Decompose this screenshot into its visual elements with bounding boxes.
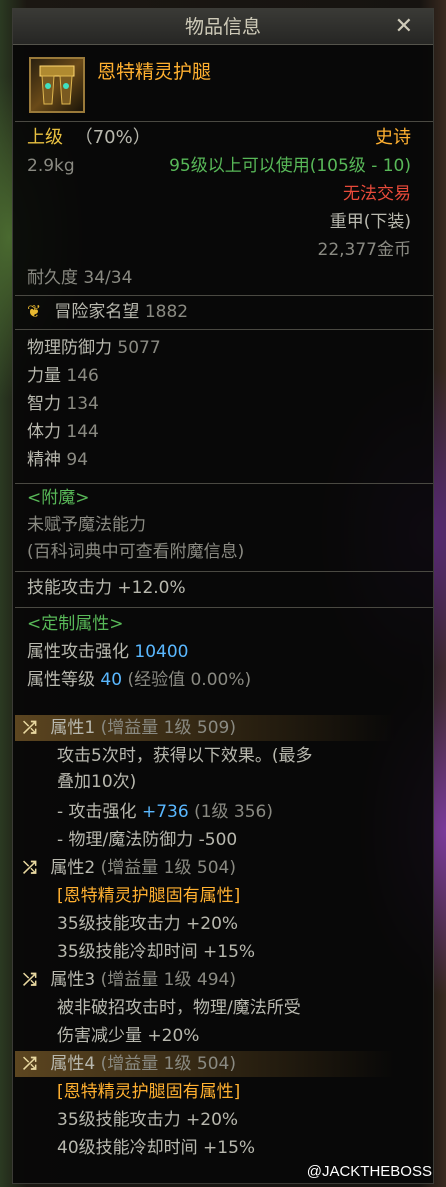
armor-type: 重甲(下装)	[329, 212, 411, 232]
grade-label: 上级	[27, 127, 63, 148]
shuffle-icon: ⤮	[23, 718, 37, 738]
divider	[15, 295, 433, 296]
shuffle-icon: ⤮	[23, 858, 37, 878]
attribute-line: 35级技能攻击力 +20%	[57, 1110, 239, 1130]
window-title: 物品信息	[184, 16, 261, 38]
fame-value: 1882	[144, 302, 189, 322]
sub-meta: (1级 356)	[194, 802, 273, 822]
fame-label: 冒险家名望	[54, 302, 140, 322]
attr-attack-row: 属性攻击强化 10400	[27, 641, 189, 663]
attr-attack-label: 属性攻击强化	[27, 642, 129, 662]
attribute-title: 属性2	[50, 858, 96, 878]
divider	[15, 121, 433, 122]
custom-attr-header: <定制属性>	[27, 614, 124, 634]
stat-label: 体力	[27, 422, 61, 442]
divider	[15, 571, 433, 572]
attribute-title: 属性1	[50, 718, 96, 738]
stat-label: 精神	[27, 450, 61, 470]
stat-value: 94	[66, 450, 89, 470]
enchant-hint: (百科词典中可查看附魔信息)	[27, 542, 245, 562]
item-info-window: 物品信息 ✕ 恩特精灵护腿 上级 （70%） 史诗 2.9kg 95级以上可以使…	[12, 8, 434, 1184]
attribute-meta: (增益量 1级 494)	[100, 970, 236, 990]
item-icon	[29, 57, 85, 113]
attribute-line: [恩特精灵护腿固有属性]	[57, 1082, 241, 1102]
stat-row: 精神 94	[27, 449, 88, 471]
sub-label: - 攻击强化	[57, 802, 137, 822]
shuffle-icon: ⤮	[23, 1054, 37, 1074]
durability: 耐久度 34/34	[27, 268, 133, 288]
attribute-line: 被非破招攻击时，物理/魔法所受	[57, 998, 301, 1018]
stat-label: 物理防御力	[27, 338, 112, 358]
attribute-line: 35级技能攻击力 +20%	[57, 914, 239, 934]
attribute-line: [恩特精灵护腿固有属性]	[57, 886, 241, 906]
stat-value: 134	[66, 394, 99, 414]
attribute-line: 叠加10次)	[57, 772, 137, 792]
stat-value: 146	[66, 366, 99, 386]
skill-attack: 技能攻击力 +12.0%	[27, 577, 186, 599]
divider	[15, 483, 433, 484]
attribute-title: 属性4	[50, 1054, 96, 1074]
trade-status: 无法交易	[343, 184, 411, 204]
attribute-line: 伤害减少量 +20%	[57, 1026, 200, 1046]
grade-percent: （70%）	[74, 127, 151, 148]
watermark: @JACKTHEBOSS	[306, 1163, 432, 1180]
stat-row: 智力 134	[27, 393, 99, 415]
item-grade: 上级 （70%）	[27, 127, 151, 149]
attribute-line: 35级技能冷却时间 +15%	[57, 942, 256, 962]
item-rarity: 史诗	[375, 127, 411, 148]
shuffle-icon: ⤮	[23, 970, 37, 990]
divider	[15, 607, 433, 608]
stat-value: 5077	[117, 338, 161, 358]
stat-label: 力量	[27, 366, 61, 386]
item-price: 22,377金币	[317, 240, 411, 260]
close-icon[interactable]: ✕	[395, 9, 413, 45]
attr-attack-value: 10400	[134, 642, 189, 662]
attribute-2-header[interactable]: ⤮ 属性2 (增益量 1级 504)	[23, 857, 236, 879]
stat-value: 144	[66, 422, 99, 442]
attribute-sub: - 攻击强化 +736 (1级 356)	[57, 801, 273, 823]
enchant-header: <附魔>	[27, 488, 90, 508]
attr-level-label: 属性等级	[27, 670, 95, 690]
attribute-meta: (增益量 1级 509)	[100, 718, 236, 738]
divider	[15, 329, 433, 330]
attr-level-exp: (经验值 0.00%)	[127, 670, 252, 690]
stat-row: 力量 146	[27, 365, 99, 387]
stat-label: 智力	[27, 394, 61, 414]
stat-row: 物理防御力 5077	[27, 337, 161, 359]
fame-icon: ❦	[27, 302, 42, 322]
enchant-line: 未赋予魔法能力	[27, 515, 146, 535]
skill-attack-label: 技能攻击力	[27, 578, 112, 598]
item-weight: 2.9kg	[27, 156, 75, 176]
attribute-line: 攻击5次时，获得以下效果。(最多	[57, 746, 313, 766]
attribute-meta: (增益量 1级 504)	[100, 1054, 236, 1074]
sub-value: +736	[141, 802, 189, 822]
attribute-1-header[interactable]: ⤮ 属性1 (增益量 1级 509)	[23, 717, 236, 739]
attribute-line: 40级技能冷却时间 +15%	[57, 1138, 256, 1158]
stat-row: 体力 144	[27, 421, 99, 443]
item-name: 恩特精灵护腿	[97, 61, 212, 83]
attribute-3-header[interactable]: ⤮ 属性3 (增益量 1级 494)	[23, 969, 236, 991]
attr-level-value: 40	[100, 670, 123, 690]
leg-armor-icon	[39, 65, 75, 105]
level-requirement: 95级以上可以使用(105级 - 10)	[169, 156, 411, 176]
window-titlebar[interactable]: 物品信息 ✕	[13, 9, 433, 45]
attribute-title: 属性3	[50, 970, 96, 990]
attr-level-row: 属性等级 40 (经验值 0.00%)	[27, 669, 251, 691]
attribute-4-header[interactable]: ⤮ 属性4 (增益量 1级 504)	[23, 1053, 236, 1075]
adventurer-fame: ❦ 冒险家名望 1882	[27, 301, 188, 323]
attribute-sub: - 物理/魔法防御力 -500	[57, 830, 238, 850]
skill-attack-value: +12.0%	[117, 578, 186, 598]
attribute-meta: (增益量 1级 504)	[100, 858, 236, 878]
